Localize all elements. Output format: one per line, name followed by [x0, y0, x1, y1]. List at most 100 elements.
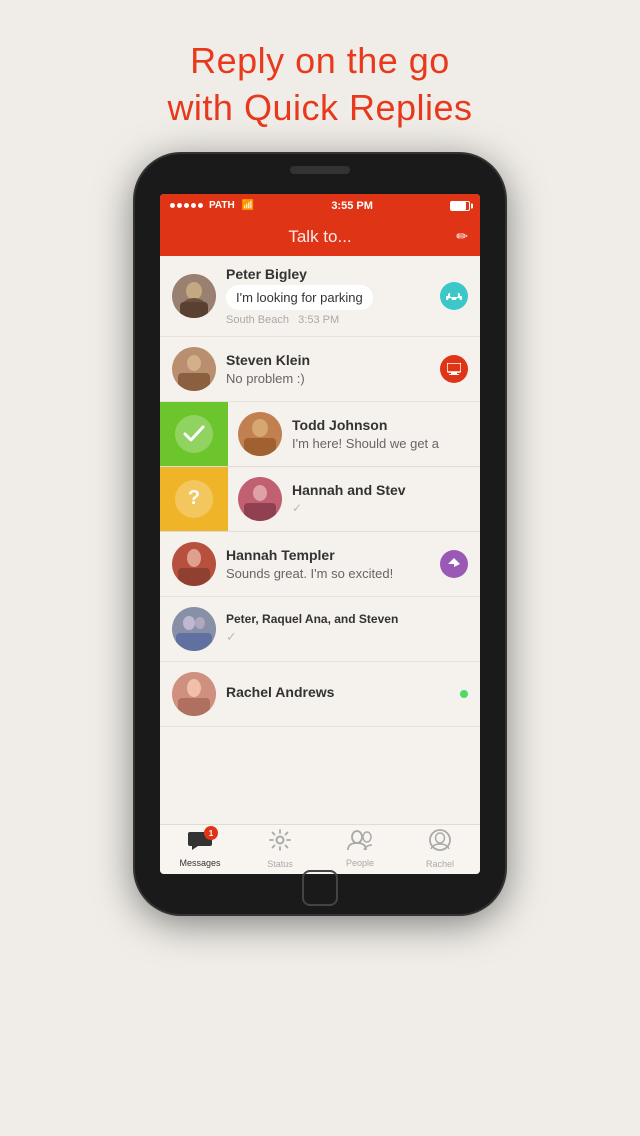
status-right	[450, 201, 470, 211]
action-green[interactable]	[160, 402, 228, 466]
tab-messages[interactable]: 1 Messages	[160, 825, 240, 874]
avatar-image	[172, 672, 216, 716]
signal-dot-4	[191, 203, 196, 208]
avatar	[172, 607, 216, 651]
avatar	[172, 672, 216, 716]
car-icon	[446, 290, 462, 302]
status-time: 3:55 PM	[331, 200, 373, 212]
messages-tab-icon: 1	[188, 830, 212, 856]
list-item[interactable]: Steven Klein No problem :)	[160, 337, 480, 402]
message-preview: ✓	[226, 629, 468, 645]
action-question-bubble: ?	[175, 480, 213, 518]
gear-icon	[269, 829, 291, 851]
avatar	[238, 477, 282, 521]
rachel-tab-label: Rachel	[426, 859, 454, 869]
battery-icon	[450, 201, 470, 211]
list-item[interactable]: Peter Bigley I'm looking for parking Sou…	[160, 256, 480, 337]
message-preview: No problem :)	[226, 371, 434, 386]
headline: Reply on the go with Quick Replies	[167, 38, 472, 132]
message-content: Rachel Andrews	[226, 684, 454, 703]
people-tab-label: People	[346, 858, 374, 868]
edit-icon[interactable]: ✏	[456, 228, 468, 245]
carrier-label: PATH	[209, 200, 235, 211]
avatar	[172, 542, 216, 586]
status-left: PATH 📶	[170, 200, 254, 211]
avatar-image	[238, 412, 282, 456]
nav-title: Talk to...	[288, 227, 351, 247]
message-preview: Sounds great. I'm so excited!	[226, 566, 434, 581]
messages-badge: 1	[204, 826, 218, 840]
action-check-bubble	[175, 415, 213, 453]
list-item[interactable]: Todd Johnson I'm here! Should we get a	[160, 402, 480, 467]
rachel-tab-icon	[429, 829, 451, 857]
avatar-image	[172, 542, 216, 586]
avatar-image	[172, 347, 216, 391]
home-button[interactable]	[302, 870, 338, 906]
phone-shell: PATH 📶 3:55 PM Talk to... ✏	[135, 154, 505, 914]
list-item[interactable]: Peter, Raquel Ana, and Steven ✓	[160, 597, 480, 662]
signal-dot-3	[184, 203, 189, 208]
list-item[interactable]: ? Hannah and Stev	[160, 467, 480, 532]
online-indicator	[460, 690, 468, 698]
list-item[interactable]: Hannah Templer Sounds great. I'm so exci…	[160, 532, 480, 597]
avatar	[172, 274, 216, 318]
message-content: Peter Bigley I'm looking for parking Sou…	[226, 266, 434, 326]
people-tab-icon	[347, 830, 373, 856]
message-bubble: I'm looking for parking	[226, 285, 373, 310]
sender-name: Todd Johnson	[292, 417, 470, 433]
message-meta	[440, 282, 468, 310]
message-content-area: Hannah and Stev ✓	[228, 467, 480, 531]
nav-badge	[440, 550, 468, 578]
car-badge	[440, 282, 468, 310]
screen-badge	[440, 355, 468, 383]
status-bar: PATH 📶 3:55 PM	[160, 194, 480, 218]
screen: PATH 📶 3:55 PM Talk to... ✏	[160, 194, 480, 874]
signal-dots	[170, 203, 203, 208]
message-content: Hannah and Stev ✓	[292, 482, 470, 515]
avatar-image	[172, 274, 216, 318]
list-item[interactable]: Rachel Andrews	[160, 662, 480, 727]
tab-rachel[interactable]: Rachel	[400, 825, 480, 874]
message-meta	[460, 690, 468, 698]
signal-dot-1	[170, 203, 175, 208]
profile-icon	[429, 829, 451, 851]
messages-list: Peter Bigley I'm looking for parking Sou…	[160, 256, 480, 824]
tab-people[interactable]: People	[320, 825, 400, 874]
navigation-icon	[447, 557, 461, 571]
page-wrapper: Reply on the go with Quick Replies PATH	[0, 0, 640, 1136]
signal-dot-5	[198, 203, 203, 208]
sender-name: Hannah Templer	[226, 547, 434, 563]
message-preview: I'm here! Should we get a	[292, 436, 470, 451]
tab-status[interactable]: Status	[240, 825, 320, 874]
wifi-icon: 📶	[242, 200, 254, 211]
message-content: Steven Klein No problem :)	[226, 352, 434, 386]
sender-name: Hannah and Stev	[292, 482, 470, 498]
message-meta	[440, 550, 468, 578]
action-yellow[interactable]: ?	[160, 467, 228, 531]
avatar	[238, 412, 282, 456]
screen-icon	[447, 363, 461, 375]
message-content: Peter, Raquel Ana, and Steven ✓	[226, 612, 468, 645]
status-tab-label: Status	[267, 859, 293, 869]
message-content: Todd Johnson I'm here! Should we get a	[292, 417, 470, 451]
messages-tab-label: Messages	[179, 858, 220, 868]
message-meta	[440, 355, 468, 383]
battery-fill	[451, 202, 466, 210]
checkmark-icon	[183, 425, 205, 443]
signal-dot-2	[177, 203, 182, 208]
sender-name: Rachel Andrews	[226, 684, 454, 700]
sub-info: South Beach 3:53 PM	[226, 314, 434, 326]
sender-name: Peter Bigley	[226, 266, 434, 282]
status-tab-icon	[269, 829, 291, 857]
headline-line2: with Quick Replies	[167, 85, 472, 132]
avatar-image	[172, 607, 216, 651]
avatar	[172, 347, 216, 391]
people-icon	[347, 830, 373, 850]
question-mark-icon: ?	[188, 487, 200, 510]
tab-bar: 1 Messages Status	[160, 824, 480, 874]
headline-line1: Reply on the go	[167, 38, 472, 85]
sender-name: Peter, Raquel Ana, and Steven	[226, 612, 468, 626]
message-content-area: Todd Johnson I'm here! Should we get a	[228, 402, 480, 466]
message-content: Hannah Templer Sounds great. I'm so exci…	[226, 547, 434, 581]
nav-bar: Talk to... ✏	[160, 218, 480, 256]
